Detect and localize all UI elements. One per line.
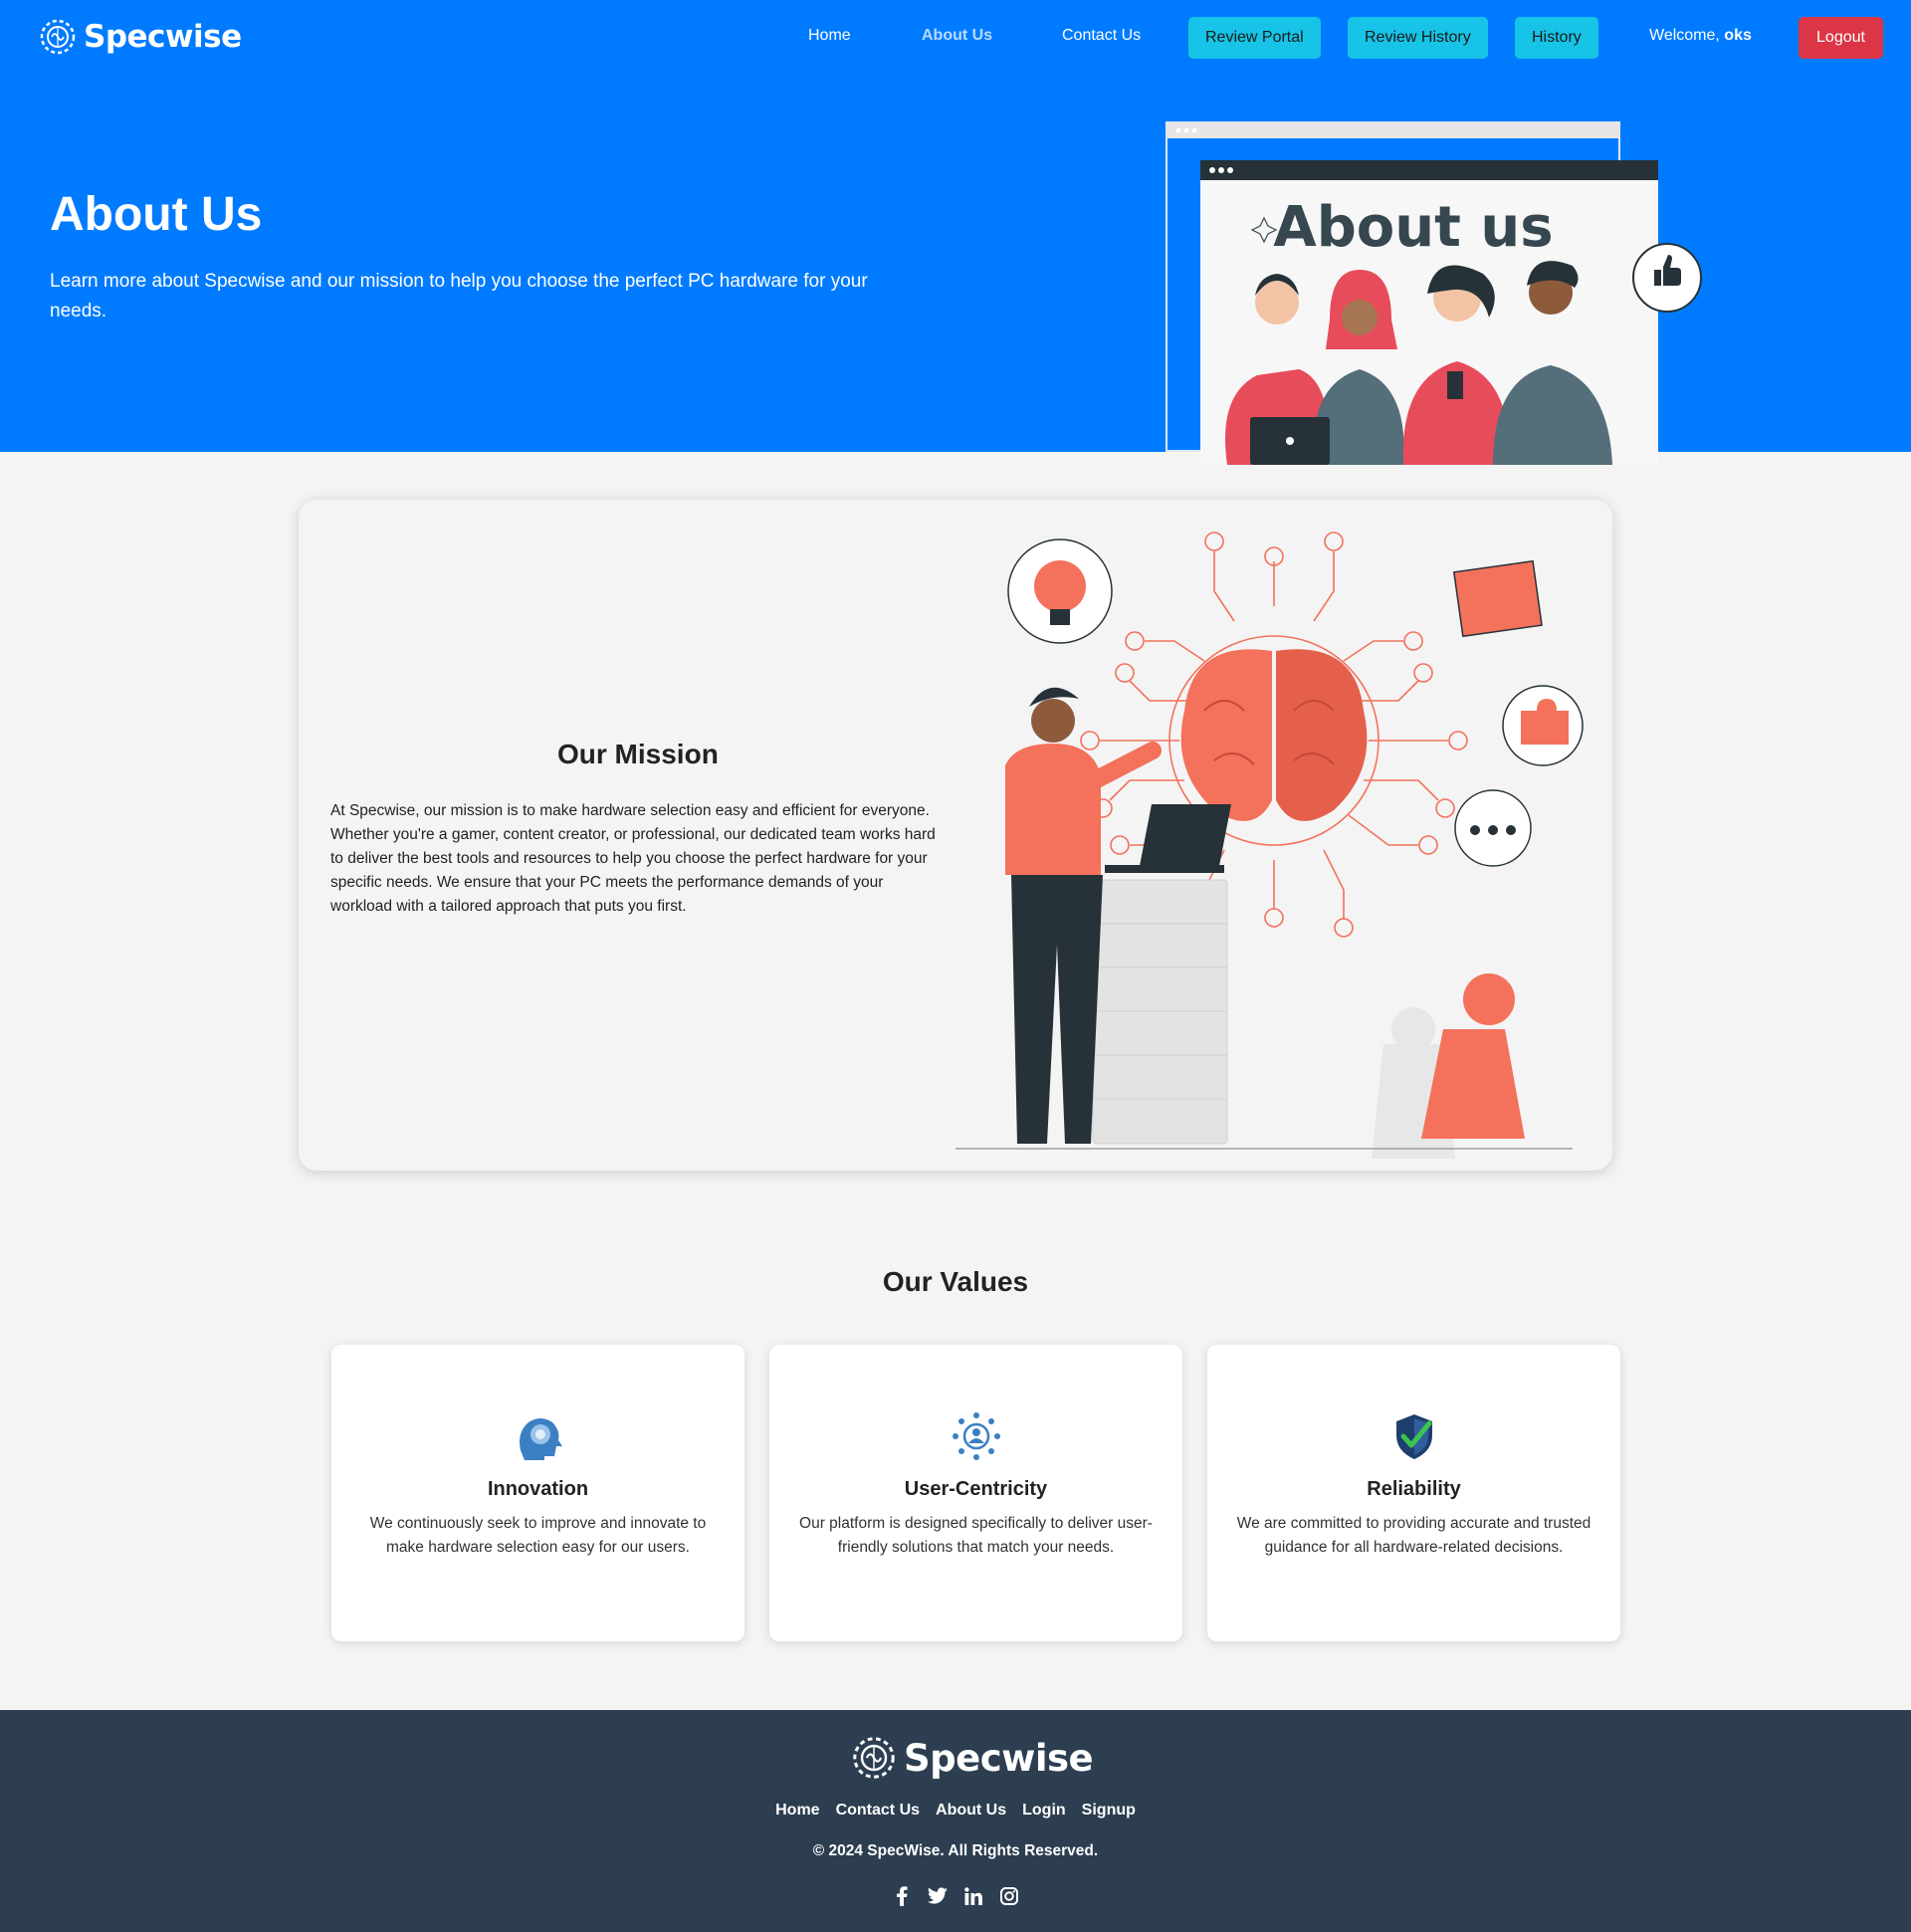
navbar: Specwise Home About Us Contact Us Review…	[0, 0, 1911, 76]
review-history-button[interactable]: Review History	[1348, 17, 1488, 59]
brain-head-icon	[520, 1418, 562, 1460]
value-text: We are committed to providing accurate a…	[1236, 1515, 1592, 1556]
linkedin-icon[interactable]	[962, 1885, 984, 1907]
value-title: Innovation	[487, 1478, 589, 1500]
footer-link-login[interactable]: Login	[1022, 1802, 1066, 1820]
page-title: About Us	[50, 188, 263, 241]
footer-link-about-us[interactable]: About Us	[936, 1802, 1006, 1820]
value-card-user-centricity: User-Centricity Our platform is designed…	[769, 1345, 1182, 1641]
welcome-prefix: Welcome,	[1649, 27, 1720, 44]
brand-name: Specwise	[84, 19, 242, 55]
footer-brand-name: Specwise	[904, 1736, 1094, 1780]
nav-home[interactable]: Home	[808, 27, 851, 45]
history-button[interactable]: History	[1515, 17, 1598, 59]
user-network-icon	[953, 1412, 1000, 1460]
twitter-icon[interactable]	[927, 1885, 949, 1907]
nav-contact-us[interactable]: Contact Us	[1062, 27, 1141, 45]
mission-text: At Specwise, our mission is to make hard…	[330, 802, 936, 915]
value-title: User-Centricity	[904, 1478, 1048, 1500]
footer-links: Home Contact Us About Us Login Signup	[0, 1802, 1911, 1820]
mission-card: Our Mission At Specwise, our mission is …	[299, 500, 1612, 1171]
username: oks	[1724, 27, 1752, 44]
footer-link-signup[interactable]: Signup	[1082, 1802, 1136, 1820]
social-links	[0, 1885, 1911, 1907]
footer-link-home[interactable]: Home	[775, 1802, 819, 1820]
value-title: Reliability	[1367, 1478, 1461, 1500]
footer-brand-logo[interactable]: Specwise	[850, 1734, 1094, 1782]
footer-link-contact-us[interactable]: Contact Us	[836, 1802, 920, 1820]
facebook-icon[interactable]	[891, 1885, 913, 1907]
shield-check-icon	[1396, 1414, 1432, 1459]
values-title: Our Values	[882, 1266, 1029, 1297]
brain-gear-logo-icon	[853, 1737, 895, 1779]
value-text: We continuously seek to improve and inno…	[369, 1515, 707, 1556]
instagram-icon[interactable]	[998, 1885, 1020, 1907]
value-card-innovation: Innovation We continuously seek to impro…	[331, 1345, 744, 1641]
brand-logo[interactable]: Specwise	[38, 17, 242, 57]
illustration-title-text: About us	[1273, 195, 1553, 260]
about-us-team-illustration: About us	[1166, 121, 1702, 465]
review-portal-button[interactable]: Review Portal	[1188, 17, 1321, 59]
hero-section: About Us Learn more about Specwise and o…	[0, 76, 1911, 465]
brain-gear-logo-icon	[40, 19, 76, 55]
value-text: Our platform is designed specifically to…	[799, 1515, 1153, 1556]
welcome-text: Welcome, oks	[1649, 27, 1752, 45]
footer: Specwise Home Contact Us About Us Login …	[0, 1710, 1911, 1932]
logout-button[interactable]: Logout	[1799, 17, 1883, 59]
copyright-text: © 2024 SpecWise. All Rights Reserved.	[812, 1842, 1099, 1859]
mission-brain-illustration	[956, 532, 1584, 1159]
value-card-reliability: Reliability We are committed to providin…	[1207, 1345, 1620, 1641]
nav-about-us[interactable]: About Us	[922, 27, 992, 45]
hero-subtitle: Learn more about Specwise and our missio…	[50, 271, 868, 322]
